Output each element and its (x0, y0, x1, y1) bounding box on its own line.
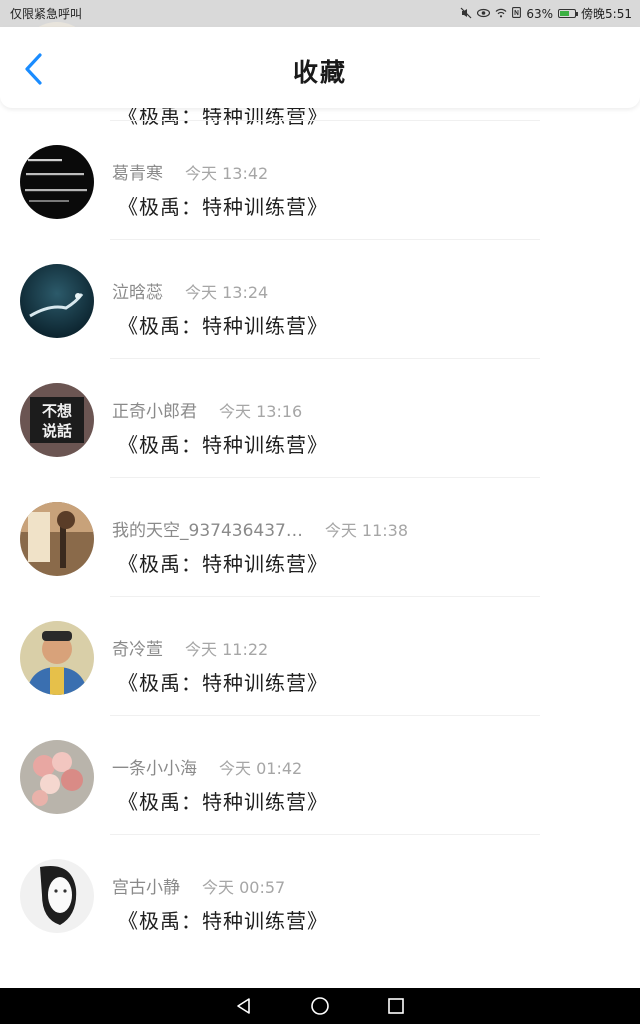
item-time: 今天 11:22 (185, 640, 269, 659)
item-time: 今天 13:16 (219, 402, 303, 421)
item-title: 《极禹：特种训练营》 (118, 552, 328, 576)
item-meta: 我的天空_937436437… 今天 11:38 (112, 516, 408, 541)
list-item[interactable]: 葛青寒 今天 13:42 《极禹：特种训练营》 (0, 121, 640, 240)
page-title: 收藏 (292, 58, 347, 87)
item-title: 《极禹：特种训练营》 (118, 790, 328, 814)
list-item[interactable]: 奇冷萱 今天 11:22 《极禹：特种训练营》 (0, 597, 640, 716)
item-time: 今天 00:57 (202, 878, 286, 897)
author-name: 奇冷萱 (112, 640, 163, 660)
square-recents-icon (388, 998, 404, 1014)
nav-home-button[interactable] (310, 996, 330, 1016)
triangle-back-icon (237, 998, 250, 1014)
item-title: 《极禹：特种训练营》 (118, 909, 328, 933)
avatar (20, 145, 94, 219)
item-meta: 葛青寒 今天 13:42 (112, 159, 268, 184)
item-title: 《极禹：特种训练营》 (118, 433, 328, 457)
item-time: 今天 13:24 (185, 283, 269, 302)
author-name: 葛青寒 (112, 164, 163, 184)
favorites-list: 《极禹：特种训练营》 葛青寒 今天 13:42 《极禹：特种训练营》 泣晗蕊 今… (0, 22, 640, 954)
avatar (20, 264, 94, 338)
item-time: 今天 01:42 (219, 759, 303, 778)
item-time: 今天 11:38 (324, 521, 409, 540)
title-bar: 收藏 (0, 27, 640, 108)
avatar (20, 859, 94, 933)
item-title: 《极禹：特种训练营》 (118, 671, 328, 695)
author-name: 一条小小海 (112, 759, 197, 779)
item-time: 今天 13:42 (185, 164, 269, 183)
item-meta: 宫古小静 今天 00:57 (112, 873, 285, 898)
favorites-screen: 仅限紧急呼叫 63% 傍晚5:51 收藏 《极禹：特种训练营》 葛青寒 今天 1… (0, 0, 640, 1024)
circle-home-icon (311, 997, 329, 1015)
avatar-text-line1: 不想 (42, 402, 72, 420)
item-meta: 正奇小郎君 今天 13:16 (112, 397, 302, 422)
system-nav-bar (0, 988, 640, 1024)
list-item[interactable]: 泣晗蕊 今天 13:24 《极禹：特种训练营》 (0, 240, 640, 359)
author-name: 正奇小郎君 (112, 402, 197, 422)
nav-recents-button[interactable] (386, 996, 406, 1016)
author-name: 泣晗蕊 (112, 283, 163, 303)
item-meta: 奇冷萱 今天 11:22 (112, 635, 268, 660)
item-title: 《极禹：特种训练营》 (118, 195, 328, 219)
item-meta: 一条小小海 今天 01:42 (112, 754, 302, 779)
list-item[interactable]: 一条小小海 今天 01:42 《极禹：特种训练营》 (0, 716, 640, 835)
list-item[interactable]: 我的天空_937436437… 今天 11:38 《极禹：特种训练营》 (0, 478, 640, 597)
item-title: 《极禹：特种训练营》 (118, 314, 328, 338)
list-item[interactable]: 宫古小静 今天 00:57 《极禹：特种训练营》 (0, 835, 640, 954)
author-name: 我的天空_937436437… (112, 521, 303, 541)
avatar: 不想 说話 (20, 383, 94, 457)
avatar-text-line2: 说話 (42, 422, 72, 440)
avatar (20, 740, 94, 814)
avatar (20, 502, 94, 576)
nav-back-button[interactable] (234, 996, 254, 1016)
item-meta: 泣晗蕊 今天 13:24 (112, 278, 268, 303)
list-item[interactable]: 不想 说話 正奇小郎君 今天 13:16 《极禹：特种训练营》 (0, 359, 640, 478)
avatar (20, 621, 94, 695)
author-name: 宫古小静 (112, 878, 180, 898)
